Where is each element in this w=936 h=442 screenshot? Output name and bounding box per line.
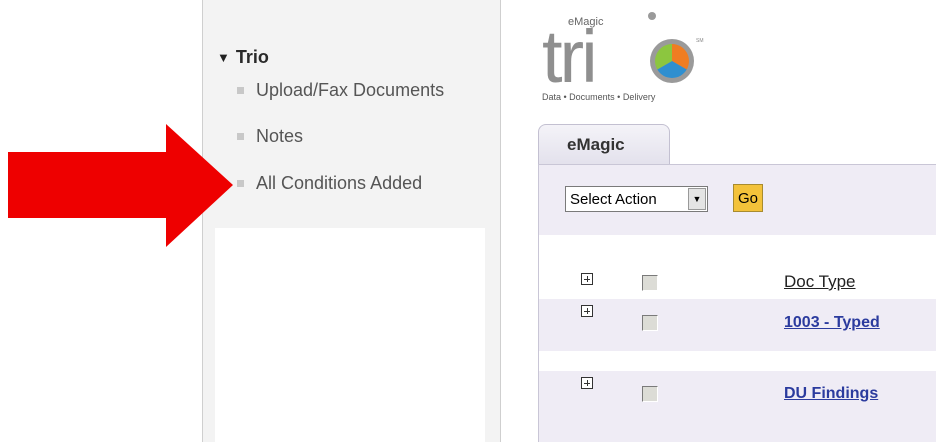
expand-row-icon[interactable] bbox=[581, 305, 593, 317]
content-panel: Select Action ▼ Go Doc Type 1003 - Typed… bbox=[538, 164, 936, 442]
tree-node-label: Trio bbox=[235, 47, 269, 67]
dropdown-arrow-icon[interactable]: ▼ bbox=[688, 188, 706, 210]
tree-node-trio[interactable]: ▼ Trio bbox=[217, 47, 269, 68]
bullet-icon bbox=[237, 133, 244, 140]
sidebar-item-label: Notes bbox=[256, 126, 304, 146]
white-band bbox=[539, 351, 936, 371]
doc-type-header[interactable]: Doc Type bbox=[784, 272, 856, 292]
sidebar-item-label: Upload/Fax Documents bbox=[256, 80, 445, 100]
doc-type-link[interactable]: DU Findings bbox=[784, 385, 878, 403]
sidebar: ▼ Trio Upload/Fax Documents Notes All Co… bbox=[202, 0, 501, 442]
sidebar-item-all-conditions-added[interactable]: All Conditions Added bbox=[237, 173, 422, 194]
sidebar-item-upload-fax-documents[interactable]: Upload/Fax Documents bbox=[237, 80, 444, 101]
tab-label: eMagic bbox=[567, 135, 625, 154]
select-action-dropdown[interactable]: Select Action ▼ bbox=[565, 186, 708, 212]
logo-tagline: Data • Documents • Delivery bbox=[542, 92, 656, 102]
emagic-trio-logo: eMagic tri SM Data • Documents • Deliver… bbox=[540, 8, 730, 108]
doc-type-link[interactable]: 1003 - Typed bbox=[784, 314, 880, 332]
tab-emagic[interactable]: eMagic bbox=[538, 124, 670, 165]
row-checkbox[interactable] bbox=[642, 386, 658, 402]
caret-down-icon[interactable]: ▼ bbox=[217, 50, 230, 65]
logo-brand-main: tri bbox=[542, 15, 595, 98]
sidebar-empty-panel bbox=[215, 228, 485, 442]
table-row: 1003 - Typed bbox=[539, 301, 936, 331]
expand-row-icon[interactable] bbox=[581, 377, 593, 389]
logo-tm: SM bbox=[696, 38, 704, 44]
bullet-icon bbox=[237, 87, 244, 94]
select-action-value: Select Action bbox=[570, 190, 657, 208]
red-arrow-icon bbox=[8, 124, 233, 247]
sidebar-item-label: All Conditions Added bbox=[256, 173, 423, 193]
row-checkbox[interactable] bbox=[642, 315, 658, 331]
expand-all-icon[interactable] bbox=[581, 273, 593, 285]
select-all-checkbox[interactable] bbox=[642, 275, 658, 291]
go-button[interactable]: Go bbox=[733, 184, 763, 212]
table-row: DU Findings bbox=[539, 373, 936, 403]
sidebar-item-notes[interactable]: Notes bbox=[237, 126, 303, 147]
bullet-icon bbox=[237, 180, 244, 187]
table-header-row: Doc Type bbox=[539, 267, 936, 297]
